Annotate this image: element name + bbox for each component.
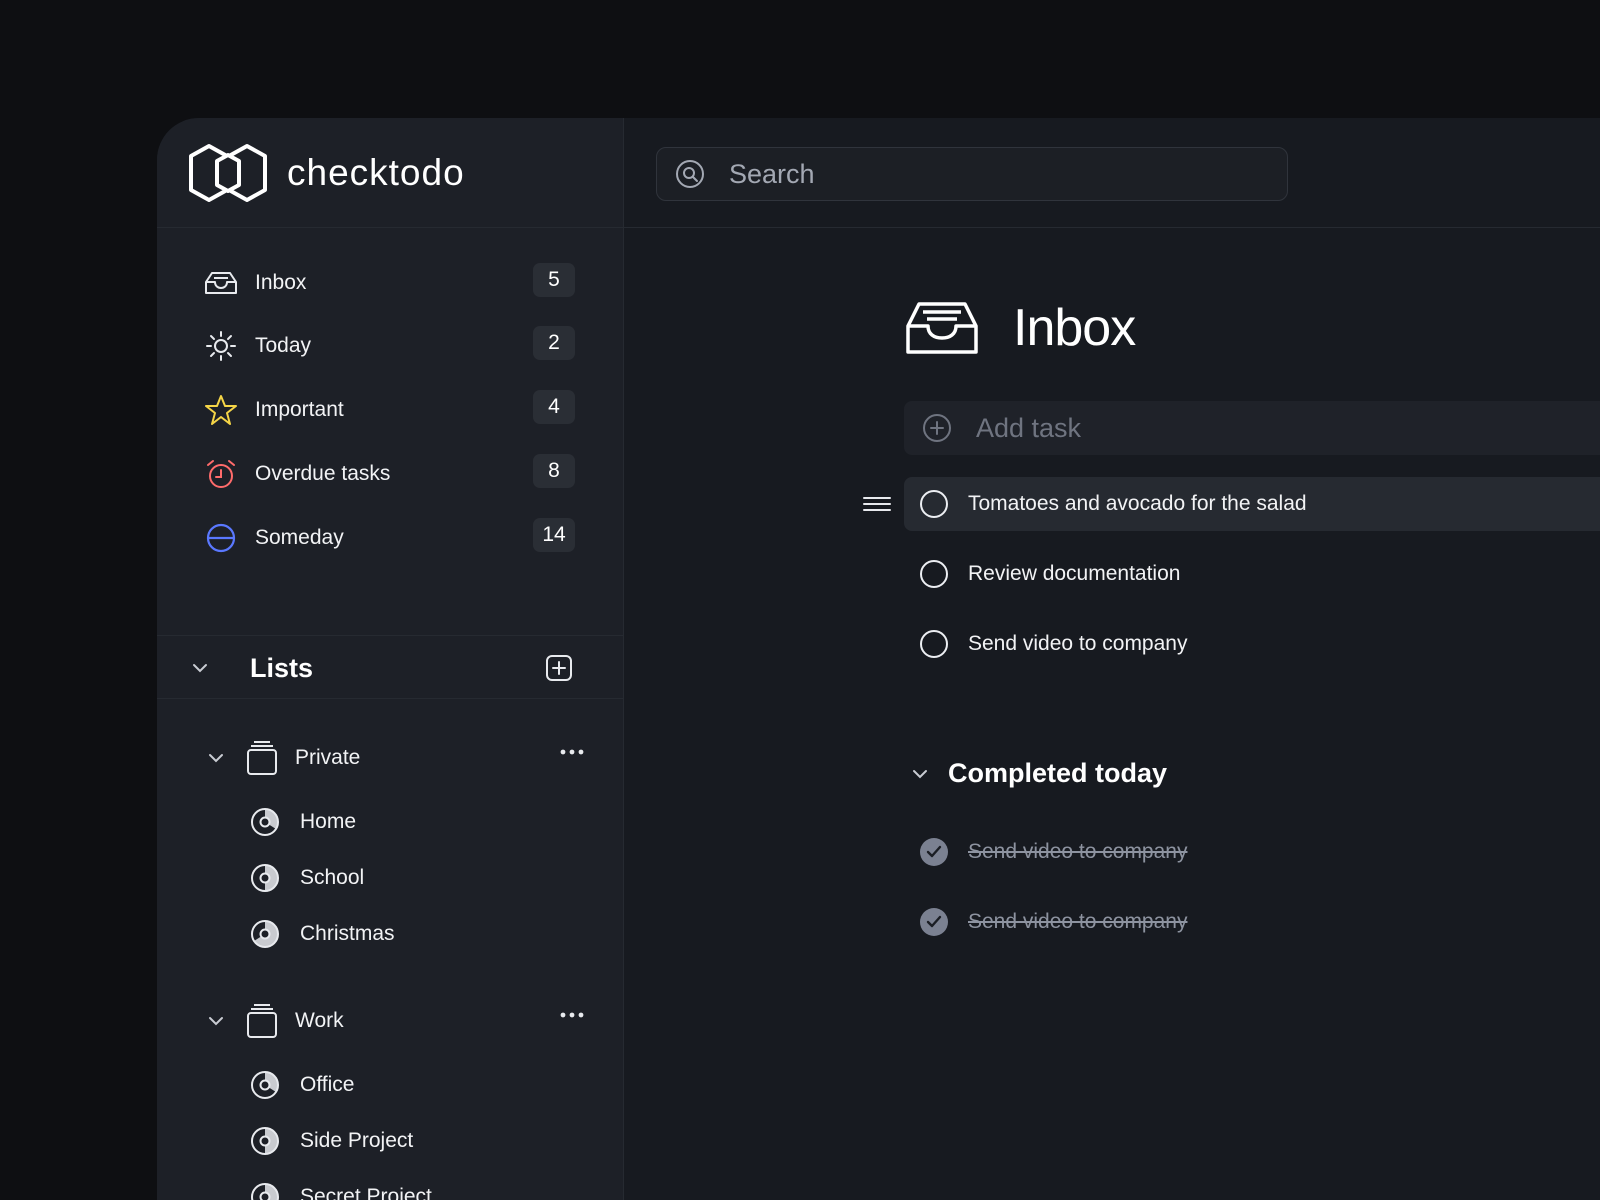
task-row[interactable]: Review documentation: [904, 547, 1600, 601]
add-circle-icon: [923, 414, 951, 442]
checked-circle-icon[interactable]: [920, 838, 948, 866]
app-window: checktodo Inbox 5 Today 2 Important 4 Ov…: [157, 118, 1600, 1200]
nav-label: Inbox: [255, 271, 307, 294]
list-label: School: [300, 866, 365, 889]
lists-title: Lists: [250, 653, 314, 683]
page-title: Inbox: [1013, 299, 1136, 357]
count-badge: 2: [533, 326, 575, 360]
pie-progress-icon: [251, 1183, 279, 1200]
nav-label: Someday: [255, 526, 344, 549]
list-item-office[interactable]: Office: [250, 1067, 354, 1103]
task-checkbox[interactable]: [920, 490, 948, 518]
chevron-down-icon[interactable]: [205, 747, 227, 769]
checked-circle-icon[interactable]: [920, 908, 948, 936]
app-name: checktodo: [287, 151, 465, 193]
list-label: Home: [300, 810, 357, 833]
task-row[interactable]: Send video to company: [904, 617, 1600, 671]
list-label: Office: [300, 1073, 355, 1096]
pie-progress-icon: [251, 1127, 279, 1155]
chevron-down-icon[interactable]: [190, 658, 210, 678]
list-group-work[interactable]: Work: [205, 1001, 585, 1041]
inbox-icon: [906, 302, 978, 354]
search-icon: [676, 160, 704, 188]
pie-progress-icon: [251, 1071, 279, 1099]
search-bar[interactable]: [656, 147, 1288, 201]
nav-item-overdue[interactable]: Overdue tasks 8: [203, 454, 575, 494]
more-icon[interactable]: [559, 746, 585, 758]
nav-label: Today: [255, 334, 312, 357]
nav-item-today[interactable]: Today 2: [203, 326, 575, 366]
add-task-bar[interactable]: [904, 401, 1600, 455]
list-item-home[interactable]: Home: [250, 804, 356, 840]
nav-item-important[interactable]: Important 4: [203, 390, 575, 430]
nav-item-someday[interactable]: Someday 14: [203, 518, 575, 558]
completed-section-header[interactable]: Completed today: [910, 758, 1167, 789]
more-icon[interactable]: [559, 1009, 585, 1021]
list-label: Side Project: [300, 1129, 414, 1152]
folder-stack-icon: [247, 1004, 277, 1038]
list-group-private[interactable]: Private: [205, 738, 585, 778]
completed-title: Completed today: [948, 758, 1168, 788]
task-row[interactable]: Tomatoes and avocado for the salad: [904, 477, 1600, 531]
sidebar: checktodo Inbox 5 Today 2 Important 4 Ov…: [157, 118, 624, 1200]
chevron-down-icon[interactable]: [910, 764, 930, 784]
completed-task-row[interactable]: Send video to company: [920, 904, 1187, 940]
group-label: Work: [295, 1009, 344, 1032]
count-badge: 4: [533, 390, 575, 424]
completed-task-label: Send video to company: [968, 910, 1188, 933]
task-checkbox[interactable]: [920, 630, 948, 658]
half-circle-icon: [203, 520, 239, 556]
count-badge: 14: [533, 518, 575, 552]
task-label: Review documentation: [968, 562, 1181, 585]
chevron-down-icon[interactable]: [205, 1010, 227, 1032]
completed-task-label: Send video to company: [968, 840, 1188, 863]
list-label: Christmas: [300, 922, 395, 945]
list-item-side-project[interactable]: Side Project: [250, 1123, 413, 1159]
pie-progress-icon: [251, 864, 279, 892]
page-header: Inbox: [905, 298, 1136, 358]
count-badge: 8: [533, 454, 575, 488]
list-item-school[interactable]: School: [250, 860, 364, 896]
search-input[interactable]: [729, 158, 1249, 190]
nav-item-inbox[interactable]: Inbox 5: [203, 263, 575, 303]
list-label: Secret Project: [300, 1185, 432, 1200]
checktodo-logo-icon: [189, 143, 267, 202]
add-task-input[interactable]: [976, 412, 1476, 444]
inbox-icon: [203, 265, 239, 301]
sun-icon: [203, 328, 239, 364]
star-icon: [203, 392, 239, 428]
list-item-christmas[interactable]: Christmas: [250, 916, 395, 952]
drag-handle-icon[interactable]: [862, 495, 892, 513]
nav-label: Overdue tasks: [255, 462, 391, 485]
nav-label: Important: [255, 398, 344, 421]
completed-task-row[interactable]: Send video to company: [920, 834, 1187, 870]
pie-progress-icon: [251, 808, 279, 836]
alarm-clock-icon: [203, 456, 239, 492]
brand: checktodo: [157, 118, 623, 228]
task-label: Send video to company: [968, 632, 1188, 655]
pie-progress-icon: [251, 920, 279, 948]
lists-header: Lists: [157, 635, 624, 699]
group-label: Private: [295, 746, 361, 769]
top-bar: [624, 118, 1600, 228]
count-badge: 5: [533, 263, 575, 297]
list-item-secret-project[interactable]: Secret Project: [250, 1179, 432, 1200]
folder-stack-icon: [247, 741, 277, 775]
task-checkbox[interactable]: [920, 560, 948, 588]
task-label: Tomatoes and avocado for the salad: [968, 492, 1307, 515]
add-list-icon[interactable]: [545, 654, 573, 682]
